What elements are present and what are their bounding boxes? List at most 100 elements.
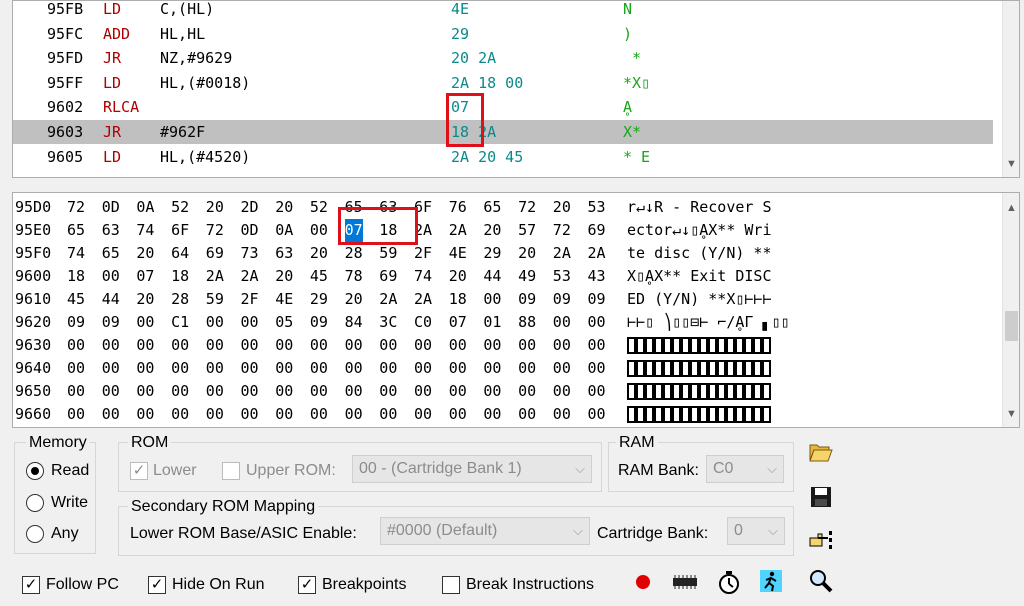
memory-row[interactable]: 95F0 74 65 20 64 69 73 63 20 28 59 2F 4E 29 20 2A 2A te d… [13, 242, 993, 265]
memory-byte[interactable]: 09 [67, 311, 85, 334]
goto-pointer-icon[interactable] [808, 528, 834, 554]
any-label[interactable]: Any [51, 523, 79, 545]
memory-byte[interactable]: 00 [414, 334, 432, 357]
memory-byte[interactable]: 00 [310, 219, 328, 242]
disasm-row[interactable]: 95FC ADD HL,HL 29) [13, 22, 993, 46]
memory-byte[interactable]: 69 [379, 265, 397, 288]
memory-byte[interactable]: C0 [414, 311, 432, 334]
memory-byte[interactable]: 2A [206, 265, 224, 288]
memory-byte[interactable]: 00 [518, 357, 536, 380]
memory-byte[interactable]: 00 [414, 357, 432, 380]
memory-byte[interactable]: 09 [553, 288, 571, 311]
memory-byte[interactable]: 44 [483, 265, 501, 288]
memory-byte[interactable]: 00 [136, 334, 154, 357]
memory-byte[interactable]: 00 [310, 403, 328, 426]
disasm-row[interactable]: 95FB LD C,(HL) 4E N [13, 1, 993, 21]
memory-byte[interactable]: 00 [136, 403, 154, 426]
disasm-row[interactable]: 9602 RLCA 07 Ḁ [13, 95, 993, 119]
memory-byte[interactable]: 20 [483, 219, 501, 242]
memory-byte[interactable]: 00 [102, 357, 120, 380]
memory-byte[interactable]: 00 [171, 403, 189, 426]
write-label[interactable]: Write [51, 492, 88, 514]
memory-byte[interactable]: 2A [588, 242, 606, 265]
memory-byte[interactable]: 00 [241, 403, 259, 426]
memory-byte[interactable]: 00 [206, 403, 224, 426]
memory-byte[interactable]: 09 [310, 311, 328, 334]
memory-row[interactable]: 9600 18 00 07 18 2A 2A 20 45 78 69 74 20 44 49 53 43 X▯ḀX… [13, 265, 993, 288]
memory-byte[interactable]: 29 [310, 288, 328, 311]
memory-byte[interactable]: 20 [553, 196, 571, 219]
memory-byte[interactable]: 65 [483, 196, 501, 219]
memory-hex-view[interactable]: 95D0 72 0D 0A 52 20 2D 20 52 65 63 6F 76 65 72 20 53 r↵↓R… [12, 192, 1020, 428]
hide-on-run-checkbox[interactable]: ✓ [148, 576, 166, 594]
memory-byte[interactable]: 74 [136, 219, 154, 242]
memory-byte[interactable]: 65 [102, 242, 120, 265]
follow-pc-checkbox[interactable]: ✓ [22, 576, 40, 594]
memory-byte[interactable]: 20 [518, 242, 536, 265]
upper-rom-select[interactable]: 00 - (Cartridge Bank 1) ⌵ [352, 455, 592, 483]
memory-byte[interactable]: 00 [518, 380, 536, 403]
memory-byte[interactable]: 63 [102, 219, 120, 242]
memory-byte[interactable]: 00 [102, 265, 120, 288]
memory-byte[interactable]: 3C [379, 311, 397, 334]
memory-byte[interactable]: 00 [553, 311, 571, 334]
memory-byte[interactable]: 00 [241, 357, 259, 380]
memory-byte[interactable]: 00 [379, 403, 397, 426]
memory-byte[interactable]: 00 [136, 311, 154, 334]
memory-byte[interactable]: 2F [241, 288, 259, 311]
memory-byte[interactable]: 59 [206, 288, 224, 311]
memory-byte[interactable]: 00 [171, 380, 189, 403]
memory-byte[interactable]: 00 [241, 334, 259, 357]
memory-byte[interactable]: 00 [379, 357, 397, 380]
memory-byte[interactable]: 69 [588, 219, 606, 242]
memory-byte[interactable]: 18 [67, 265, 85, 288]
memory-byte[interactable]: 18 [449, 288, 467, 311]
memory-byte[interactable]: 00 [275, 334, 293, 357]
memory-byte[interactable]: 00 [553, 380, 571, 403]
save-icon[interactable] [808, 486, 834, 512]
memory-byte[interactable]: 00 [553, 357, 571, 380]
memory-byte[interactable]: 0A [136, 196, 154, 219]
memory-byte[interactable]: 20 [345, 288, 363, 311]
hide-on-run-label[interactable]: Hide On Run [172, 574, 265, 596]
memory-byte[interactable]: 00 [102, 380, 120, 403]
memory-byte[interactable]: 2A [241, 265, 259, 288]
memory-byte[interactable]: 00 [275, 403, 293, 426]
memory-byte[interactable]: 07 [136, 265, 154, 288]
memory-byte[interactable]: 00 [241, 311, 259, 334]
memory-byte[interactable]: 72 [518, 196, 536, 219]
memory-byte[interactable]: 2A [414, 288, 432, 311]
memory-byte[interactable]: 45 [310, 265, 328, 288]
memory-byte[interactable]: 00 [518, 403, 536, 426]
read-radio[interactable] [26, 462, 44, 480]
memory-byte[interactable]: 20 [275, 196, 293, 219]
memory-byte[interactable]: 84 [345, 311, 363, 334]
memory-row[interactable]: 9640 00 00 00 00 00 00 00 00 00 00 00 00 00 00 00 00 [13, 357, 993, 380]
follow-pc-label[interactable]: Follow PC [46, 574, 119, 596]
memory-byte[interactable]: 52 [310, 196, 328, 219]
memory-byte[interactable]: 00 [67, 334, 85, 357]
lower-base-select[interactable]: #0000 (Default) ⌵ [380, 517, 590, 545]
upper-rom-checkbox[interactable] [222, 462, 240, 480]
memory-byte[interactable]: 18 [171, 265, 189, 288]
memory-byte[interactable]: 00 [483, 403, 501, 426]
memory-byte[interactable]: 2A [553, 242, 571, 265]
memory-byte[interactable]: 76 [449, 196, 467, 219]
memory-byte[interactable]: 09 [518, 288, 536, 311]
memory-byte[interactable]: 00 [414, 380, 432, 403]
memory-byte[interactable]: 00 [206, 334, 224, 357]
memory-byte[interactable]: 00 [136, 357, 154, 380]
break-instructions-checkbox[interactable] [442, 576, 460, 594]
disasm-scrollbar[interactable]: ▼ [1002, 1, 1019, 177]
chevron-down-icon[interactable]: ▼ [1006, 157, 1017, 171]
memory-byte[interactable]: 78 [345, 265, 363, 288]
memory-byte[interactable]: 00 [588, 380, 606, 403]
memory-byte[interactable]: 00 [275, 357, 293, 380]
memory-byte[interactable]: 20 [136, 288, 154, 311]
chevron-down-icon[interactable]: ▼ [1006, 407, 1017, 421]
memory-row[interactable]: 95E0 65 63 74 6F 72 0D 0A 00 07 18 2A 2A 20 57 72 69 ecto… [13, 219, 993, 242]
memory-byte[interactable]: 72 [553, 219, 571, 242]
memory-byte[interactable]: 2A [449, 219, 467, 242]
scrollbar-thumb[interactable] [1005, 311, 1018, 341]
memory-row[interactable]: 9610 45 44 20 28 59 2F 4E 29 20 2A 2A 18 00 09 09 09 ED (… [13, 288, 993, 311]
